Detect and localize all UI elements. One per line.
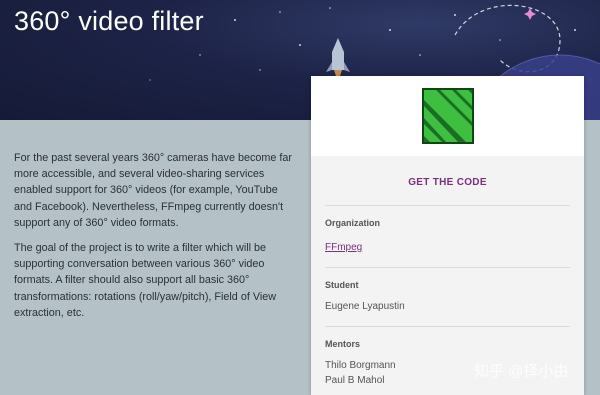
student-label: Student xyxy=(325,280,359,290)
ffmpeg-logo-icon xyxy=(421,88,474,144)
organization-section: Organization FFmpeg xyxy=(311,206,584,267)
project-info-card: GET THE CODE Organization FFmpeg Student… xyxy=(311,76,584,395)
get-the-code-button[interactable]: GET THE CODE xyxy=(311,177,584,188)
description-paragraph: The goal of the project is to write a fi… xyxy=(14,242,277,319)
student-name: Eugene Lyapustin xyxy=(325,301,405,312)
watermark: 知乎 @择小由 xyxy=(474,363,569,380)
page-title: 360° video filter xyxy=(14,6,204,36)
mentors-label: Mentors xyxy=(325,339,361,349)
project-description: For the past several years 360° cameras … xyxy=(14,150,296,330)
student-section: Student Eugene Lyapustin xyxy=(311,268,584,326)
organization-link[interactable]: FFmpeg xyxy=(325,242,362,253)
card-logo-area xyxy=(311,76,584,156)
organization-label: Organization xyxy=(325,218,381,228)
description-paragraph: For the past several years 360° cameras … xyxy=(14,152,292,229)
